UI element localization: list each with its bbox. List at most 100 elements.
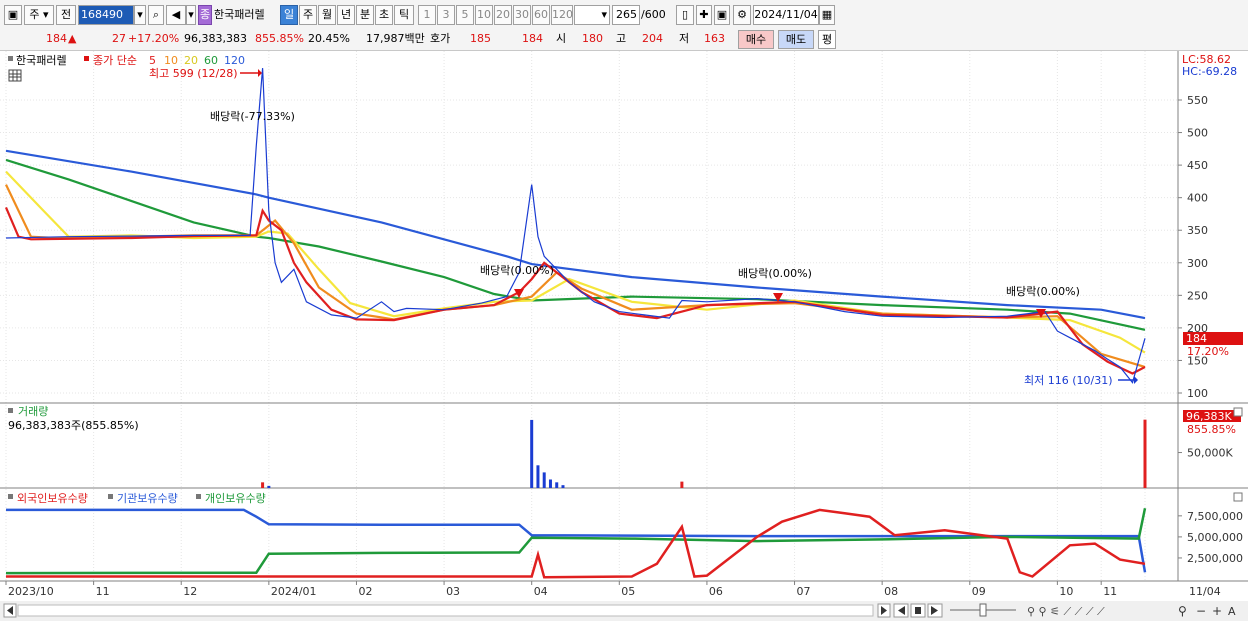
speaker-icon[interactable]: ◀ bbox=[166, 5, 186, 25]
ma10-legend: 10 bbox=[164, 54, 178, 67]
interval-minute[interactable]: 분 bbox=[356, 5, 374, 25]
panel-close-icon[interactable] bbox=[1233, 492, 1243, 502]
volume-tag-ratio: 855.85% bbox=[1187, 423, 1236, 436]
volume: 96,383,383 bbox=[184, 32, 247, 45]
volume-bar bbox=[1143, 419, 1147, 488]
x-tick-label: 02 bbox=[358, 585, 372, 598]
candle-icon[interactable]: ▯ bbox=[676, 5, 694, 25]
num-60-button[interactable]: 60 bbox=[532, 5, 550, 25]
tool-icons[interactable]: ⚲ ⚲ ⚟ ⟋ ⟋ ⟋ ⟋ bbox=[1027, 605, 1105, 618]
individual-legend: 개인보유수량 bbox=[205, 492, 266, 505]
menu-icon[interactable]: ▣ bbox=[4, 5, 22, 25]
y-tick-label: 100 bbox=[1187, 387, 1208, 400]
table-icon[interactable] bbox=[8, 69, 22, 82]
date-input[interactable]: 2024/11/04 bbox=[753, 5, 819, 25]
y-tick-label: 7,500,000 bbox=[1187, 510, 1243, 523]
x-tick-label: 11/04 bbox=[1189, 585, 1221, 598]
low-annotation: 최저 116 (10/31) bbox=[1024, 374, 1113, 387]
save-icon[interactable]: ▣ bbox=[714, 5, 730, 25]
prev-button[interactable]: 전 bbox=[56, 5, 76, 25]
interval-year[interactable]: 년 bbox=[337, 5, 355, 25]
x-tick-label: 2024/01 bbox=[271, 585, 317, 598]
ma120-legend: 120 bbox=[224, 54, 245, 67]
current-change-tag: 17.20% bbox=[1187, 345, 1229, 358]
panel-close-icon[interactable] bbox=[1233, 407, 1243, 417]
x-tick-label: 03 bbox=[446, 585, 460, 598]
ask-price: 185 bbox=[470, 32, 491, 45]
volume-bar bbox=[548, 479, 552, 488]
trade-amount: 17,987백만 bbox=[366, 32, 425, 45]
interval-second[interactable]: 초 bbox=[375, 5, 393, 25]
x-tick-label: 10 bbox=[1059, 585, 1073, 598]
y-tick-label: 300 bbox=[1187, 257, 1208, 270]
chevron-down-icon[interactable]: ▾ bbox=[186, 5, 196, 25]
change: 27 bbox=[112, 32, 126, 45]
stock-code-input[interactable]: 168490 bbox=[78, 5, 134, 25]
ma-legend-label: 종가 단순 bbox=[93, 54, 137, 67]
dividend-annotation: 배당락(-77.33%) bbox=[210, 110, 295, 123]
stock-name: 한국패러렐 bbox=[214, 8, 265, 21]
y-tick-label: 5,000,000 bbox=[1187, 531, 1243, 544]
count-current[interactable]: 265 bbox=[612, 5, 640, 25]
custom-period-select[interactable]: ▾ bbox=[574, 5, 610, 25]
y-tick-label: 250 bbox=[1187, 289, 1208, 302]
x-tick-label: 12 bbox=[183, 585, 197, 598]
search-icon[interactable]: ⌕ bbox=[148, 5, 164, 25]
y-tick-label: 50,000K bbox=[1187, 447, 1233, 460]
volume-readout: 96,383,383주(855.85%) bbox=[8, 419, 139, 432]
crosshair-icon[interactable]: ✚ bbox=[696, 5, 712, 25]
legend-square-icon bbox=[8, 408, 13, 413]
high-price: 204 bbox=[642, 32, 663, 45]
dividend-annotation: 배당락(0.00%) bbox=[738, 267, 812, 280]
zoom-out-icon[interactable]: ⚲ bbox=[1178, 604, 1187, 618]
plus-icon[interactable]: + bbox=[1212, 604, 1222, 618]
interval-week[interactable]: 주 bbox=[299, 5, 317, 25]
high-label: 고 bbox=[616, 32, 627, 45]
buy-button[interactable]: 매수 bbox=[738, 30, 774, 49]
calendar-icon[interactable]: ▦ bbox=[819, 5, 835, 25]
scroll-track[interactable] bbox=[17, 604, 874, 617]
ma5-legend: 5 bbox=[149, 54, 156, 67]
volume-bar bbox=[267, 485, 271, 488]
minus-icon[interactable]: − bbox=[1196, 604, 1206, 618]
x-tick-label: 09 bbox=[972, 585, 986, 598]
interval-day[interactable]: 일 bbox=[280, 5, 298, 25]
y-tick-label: 350 bbox=[1187, 224, 1208, 237]
x-tick-label: 05 bbox=[621, 585, 635, 598]
period-select[interactable]: 주 ▾ bbox=[24, 5, 54, 25]
legend-square-icon bbox=[8, 56, 13, 61]
foreign-legend: 외국인보유수량 bbox=[17, 492, 88, 505]
volume-ratio: 855.85% bbox=[255, 32, 304, 45]
chart-area: 한국패러렐 종가 단순 5 10 20 60 120 LC:58.62 HC:-… bbox=[0, 51, 1248, 621]
interval-month[interactable]: 월 bbox=[318, 5, 336, 25]
num-3-button[interactable]: 3 bbox=[437, 5, 455, 25]
font-size-icon[interactable]: A bbox=[1228, 605, 1236, 618]
num-30-button[interactable]: 30 bbox=[513, 5, 531, 25]
num-120-button[interactable]: 120 bbox=[551, 5, 573, 25]
num-10-button[interactable]: 10 bbox=[475, 5, 493, 25]
sell-button[interactable]: 매도 bbox=[778, 30, 814, 49]
y-tick-label: 2,500,000 bbox=[1187, 552, 1243, 565]
x-tick-label: 11 bbox=[1103, 585, 1117, 598]
volume-bar bbox=[536, 465, 540, 488]
current-price: 184 bbox=[46, 32, 67, 45]
x-tick-label: 11 bbox=[96, 585, 110, 598]
x-tick-label: 2023/10 bbox=[8, 585, 54, 598]
stop-icon bbox=[915, 607, 921, 614]
zoom-slider-handle[interactable] bbox=[979, 603, 987, 617]
chevron-down-icon[interactable]: ▾ bbox=[134, 5, 146, 25]
dividend-annotation: 배당락(0.00%) bbox=[1006, 285, 1080, 298]
gear-icon[interactable]: ⚙ bbox=[733, 5, 751, 25]
interval-tick[interactable]: 틱 bbox=[394, 5, 414, 25]
volume-panel-title: 거래량 bbox=[18, 405, 48, 418]
high-annotation: 최고 599 (12/28) bbox=[149, 67, 238, 80]
x-tick-label: 07 bbox=[797, 585, 811, 598]
avg-button[interactable]: 평 bbox=[818, 30, 836, 49]
legend-square-icon bbox=[196, 494, 201, 499]
num-1-button[interactable]: 1 bbox=[418, 5, 436, 25]
open-price: 180 bbox=[582, 32, 603, 45]
volume-bar bbox=[561, 485, 565, 488]
quote-bar: 184 ▲ 27 +17.20% 96,383,383 855.85% 20.4… bbox=[0, 29, 1248, 51]
num-5-button[interactable]: 5 bbox=[456, 5, 474, 25]
num-20-button[interactable]: 20 bbox=[494, 5, 512, 25]
